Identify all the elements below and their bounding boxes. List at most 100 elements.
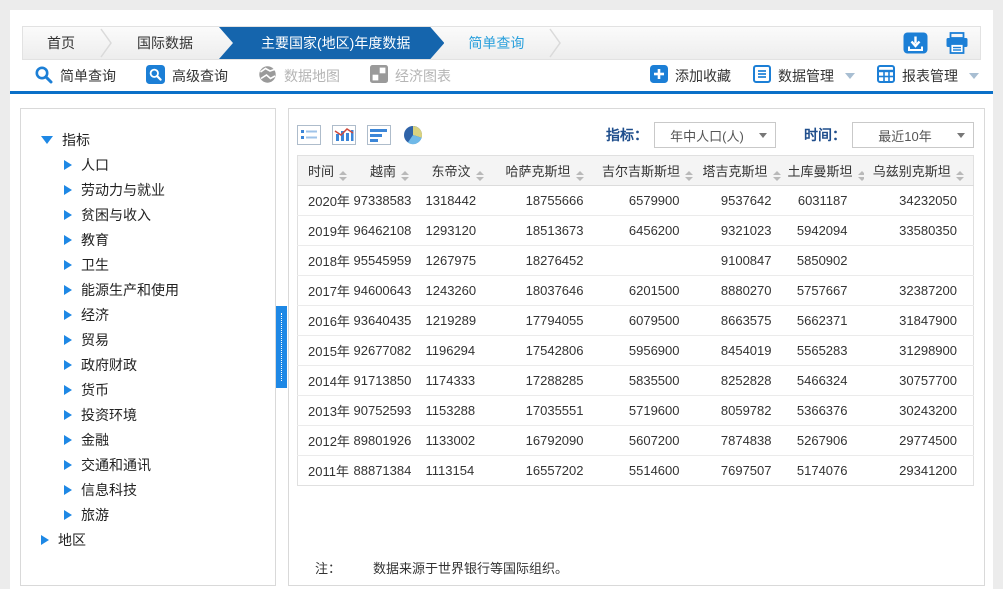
hbar-chart-view-icon[interactable] — [367, 125, 391, 145]
chevron-down-icon — [759, 133, 767, 138]
year-cell: 2016年 — [298, 306, 354, 336]
triangle-right-icon — [64, 235, 72, 245]
sidebar-item-信息科技[interactable]: 信息科技 — [64, 477, 275, 502]
value-cell: 9537642 — [696, 186, 788, 216]
value-cell: 91713850 — [354, 366, 426, 396]
breadcrumb-tab-2[interactable]: 国际数据 — [113, 27, 217, 59]
breadcrumb-tab-3[interactable]: 主要国家(地区)年度数据 — [219, 27, 444, 59]
sidebar-item-指标[interactable]: 指标 — [41, 127, 275, 152]
sidebar-item-地区[interactable]: 地区 — [41, 527, 275, 552]
column-header-乌兹别克斯坦[interactable]: 乌兹别克斯坦 — [864, 156, 974, 186]
tree-node-label: 投资环境 — [81, 405, 137, 425]
print-icon[interactable] — [944, 32, 970, 55]
value-cell: 1267975 — [426, 246, 490, 276]
sidebar-item-能源生产和使用[interactable]: 能源生产和使用 — [64, 277, 275, 302]
tree-node-label: 指标 — [62, 130, 90, 150]
year-cell: 2011年 — [298, 456, 354, 486]
pie-chart-view-icon[interactable] — [402, 125, 424, 145]
panel-resize-handle[interactable] — [276, 306, 287, 388]
data-table: 时间 越南 东帝汶哈萨克斯坦吉尔吉斯斯坦塔吉克斯坦 土库曼斯坦乌兹别克斯坦 2020年… — [297, 155, 974, 486]
tree-node-label: 人口 — [81, 155, 109, 175]
toolbar-item-label: 数据管理 — [778, 66, 834, 86]
triangle-right-icon — [64, 335, 72, 345]
value-cell — [864, 246, 974, 276]
table-row: 2014年91713850117433317288285583550082528… — [298, 366, 974, 396]
add-favorite-icon — [650, 65, 668, 86]
column-header-东帝汶[interactable]: 东帝汶 — [426, 156, 490, 186]
sidebar-item-投资环境[interactable]: 投资环境 — [64, 402, 275, 427]
value-cell: 5366376 — [788, 396, 864, 426]
value-cell — [600, 246, 696, 276]
time-control: 时间： 最近10年 — [804, 122, 974, 148]
year-cell: 2015年 — [298, 336, 354, 366]
sidebar-item-经济[interactable]: 经济 — [64, 302, 275, 327]
chevron-down-icon — [969, 73, 979, 79]
column-header-吉尔吉斯斯坦[interactable]: 吉尔吉斯斯坦 — [600, 156, 696, 186]
value-cell: 8252828 — [696, 366, 788, 396]
breadcrumb-tab-4[interactable]: 简单查询 — [444, 27, 548, 59]
triangle-down-icon — [41, 136, 53, 144]
column-header-label: 越南 — [370, 164, 396, 179]
value-cell: 1113154 — [426, 456, 490, 486]
value-cell: 5835500 — [600, 366, 696, 396]
toolbar-item-报表管理[interactable]: 报表管理 — [877, 65, 979, 86]
sidebar-item-劳动力与就业[interactable]: 劳动力与就业 — [64, 177, 275, 202]
column-header-label: 塔吉克斯坦 — [702, 164, 767, 179]
screenshot-canvas: 首页国际数据主要国家(地区)年度数据简单查询 简单查询高级查询数据地图经济图表 … — [0, 0, 1003, 589]
sidebar-item-交通和通讯[interactable]: 交通和通讯 — [64, 452, 275, 477]
bar-chart-view-icon[interactable] — [332, 125, 356, 145]
value-cell: 6456200 — [600, 216, 696, 246]
value-cell: 5662371 — [788, 306, 864, 336]
value-cell: 8059782 — [696, 396, 788, 426]
toolbar-item-简单查询[interactable]: 简单查询 — [34, 65, 116, 87]
indicator-dropdown[interactable]: 年中人口(人) — [654, 122, 776, 148]
column-header-哈萨克斯坦[interactable]: 哈萨克斯坦 — [490, 156, 600, 186]
value-cell: 93640435 — [354, 306, 426, 336]
value-cell: 9100847 — [696, 246, 788, 276]
toolbar-item-添加收藏[interactable]: 添加收藏 — [650, 65, 731, 86]
sidebar-item-贸易[interactable]: 贸易 — [64, 327, 275, 352]
value-cell: 18037646 — [490, 276, 600, 306]
toolbar-item-高级查询[interactable]: 高级查询 — [146, 65, 228, 87]
chevron-down-icon — [957, 133, 965, 138]
breadcrumb-tab-label: 主要国家(地区)年度数据 — [261, 33, 410, 53]
column-header-土库曼斯坦[interactable]: 土库曼斯坦 — [788, 156, 864, 186]
triangle-right-icon — [64, 485, 72, 495]
year-cell: 2020年 — [298, 186, 354, 216]
breadcrumb-tab-label: 简单查询 — [468, 33, 524, 53]
sidebar-item-人口[interactable]: 人口 — [64, 152, 275, 177]
triangle-right-icon — [64, 435, 72, 445]
value-cell: 97338583 — [354, 186, 426, 216]
time-dropdown[interactable]: 最近10年 — [852, 122, 974, 148]
sidebar-tree: 指标人口劳动力与就业贫困与收入教育卫生能源生产和使用经济贸易政府财政货币投资环境… — [20, 108, 276, 586]
sidebar-item-教育[interactable]: 教育 — [64, 227, 275, 252]
tree-node-label: 地区 — [58, 530, 86, 550]
value-cell: 18276452 — [490, 246, 600, 276]
chevron-down-icon — [845, 73, 855, 79]
sidebar-item-政府财政[interactable]: 政府财政 — [64, 352, 275, 377]
value-cell: 29341200 — [864, 456, 974, 486]
column-header-label: 时间 — [308, 164, 334, 179]
download-icon[interactable] — [903, 32, 928, 55]
value-cell: 1133002 — [426, 426, 490, 456]
table-view-icon[interactable] — [297, 125, 321, 145]
sidebar-item-货币[interactable]: 货币 — [64, 377, 275, 402]
sidebar-item-贫困与收入[interactable]: 贫困与收入 — [64, 202, 275, 227]
value-cell: 94600643 — [354, 276, 426, 306]
value-cell: 6579900 — [600, 186, 696, 216]
triangle-right-icon — [64, 385, 72, 395]
toolbar-right: 添加收藏 数据管理 报表管理 — [628, 65, 979, 86]
sidebar-item-金融[interactable]: 金融 — [64, 427, 275, 452]
sidebar-item-卫生[interactable]: 卫生 — [64, 252, 275, 277]
year-cell: 2017年 — [298, 276, 354, 306]
value-cell: 96462108 — [354, 216, 426, 246]
column-header-越南[interactable]: 越南 — [354, 156, 426, 186]
triangle-right-icon — [64, 285, 72, 295]
column-header-时间[interactable]: 时间 — [298, 156, 354, 186]
breadcrumb-tab-1[interactable]: 首页 — [23, 27, 99, 59]
column-header-塔吉克斯坦[interactable]: 塔吉克斯坦 — [696, 156, 788, 186]
sidebar-item-旅游[interactable]: 旅游 — [64, 502, 275, 527]
toolbar-item-数据管理[interactable]: 数据管理 — [753, 65, 855, 86]
value-cell: 5565283 — [788, 336, 864, 366]
data-map-icon — [258, 65, 277, 87]
